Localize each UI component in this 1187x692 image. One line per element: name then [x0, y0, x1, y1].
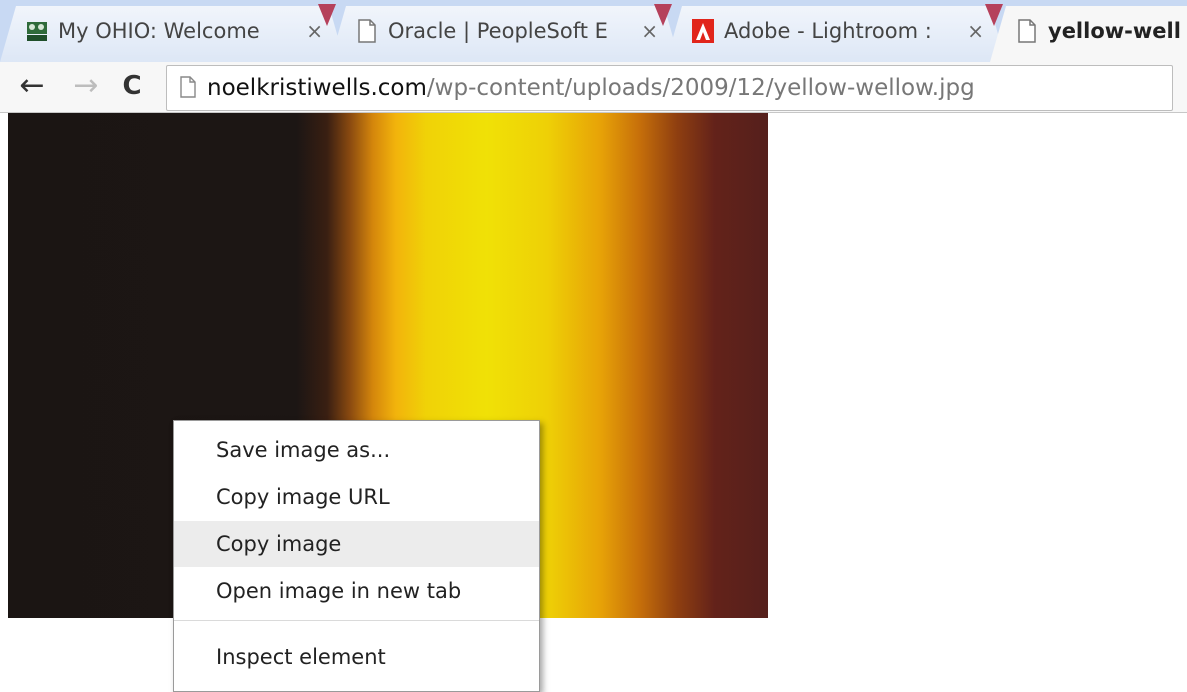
tab-adobe-lightroom[interactable]: Adobe - Lightroom : × [666, 6, 1006, 62]
menu-item-label: Inspect element [216, 645, 386, 669]
menu-item-inspect-element[interactable]: Inspect element [174, 634, 539, 680]
menu-item-label: Open image in new tab [216, 579, 462, 603]
reload-button[interactable]: C [112, 66, 152, 106]
tab-title: My OHIO: Welcome [58, 19, 260, 43]
tab-oracle-peoplesoft[interactable]: Oracle | PeopleSoft E × [330, 6, 680, 62]
adobe-icon [692, 19, 714, 43]
tab-title: Adobe - Lightroom : [724, 19, 932, 43]
tab-strip: My OHIO: Welcome × Oracle | PeopleSoft E… [0, 0, 1187, 62]
menu-item-label: Copy image [216, 532, 342, 556]
back-arrow-icon: ← [19, 68, 45, 103]
page-icon [180, 76, 196, 98]
tab-title: yellow-well [1048, 19, 1181, 43]
forward-arrow-icon: → [73, 68, 99, 103]
ohio-favicon-icon [26, 19, 48, 43]
menu-item-label: Save image as... [216, 438, 391, 462]
tab-my-ohio[interactable]: My OHIO: Welcome × [0, 6, 345, 62]
browser-toolbar: ← → C noelkristiwells.com/wp-content/upl… [0, 62, 1187, 113]
menu-separator [174, 620, 539, 621]
menu-item-label: Copy image URL [216, 485, 390, 509]
tab-close-icon[interactable]: × [306, 20, 323, 42]
back-button[interactable]: ← [12, 66, 52, 106]
url-text: noelkristiwells.com/wp-content/uploads/2… [207, 66, 975, 110]
tab-yellow-wellow[interactable]: yellow-well [990, 6, 1187, 62]
document-icon [356, 19, 378, 43]
menu-item-open-image-in-new-tab[interactable]: Open image in new tab [174, 568, 539, 614]
menu-item-save-image-as[interactable]: Save image as... [174, 427, 539, 473]
url-path: /wp-content/uploads/2009/12/yellow-wello… [426, 75, 975, 101]
menu-item-copy-image-url[interactable]: Copy image URL [174, 474, 539, 520]
context-menu: Save image as... Copy image URL Copy ima… [173, 420, 540, 692]
address-bar[interactable]: noelkristiwells.com/wp-content/uploads/2… [166, 65, 1173, 111]
forward-button[interactable]: → [66, 66, 106, 106]
document-icon [1016, 19, 1038, 43]
tab-close-icon[interactable]: × [641, 20, 658, 42]
url-host: noelkristiwells.com [207, 75, 427, 101]
menu-item-copy-image[interactable]: Copy image [174, 521, 539, 567]
reload-icon: C [122, 71, 142, 101]
tab-title: Oracle | PeopleSoft E [388, 19, 608, 43]
tab-close-icon[interactable]: × [967, 20, 984, 42]
